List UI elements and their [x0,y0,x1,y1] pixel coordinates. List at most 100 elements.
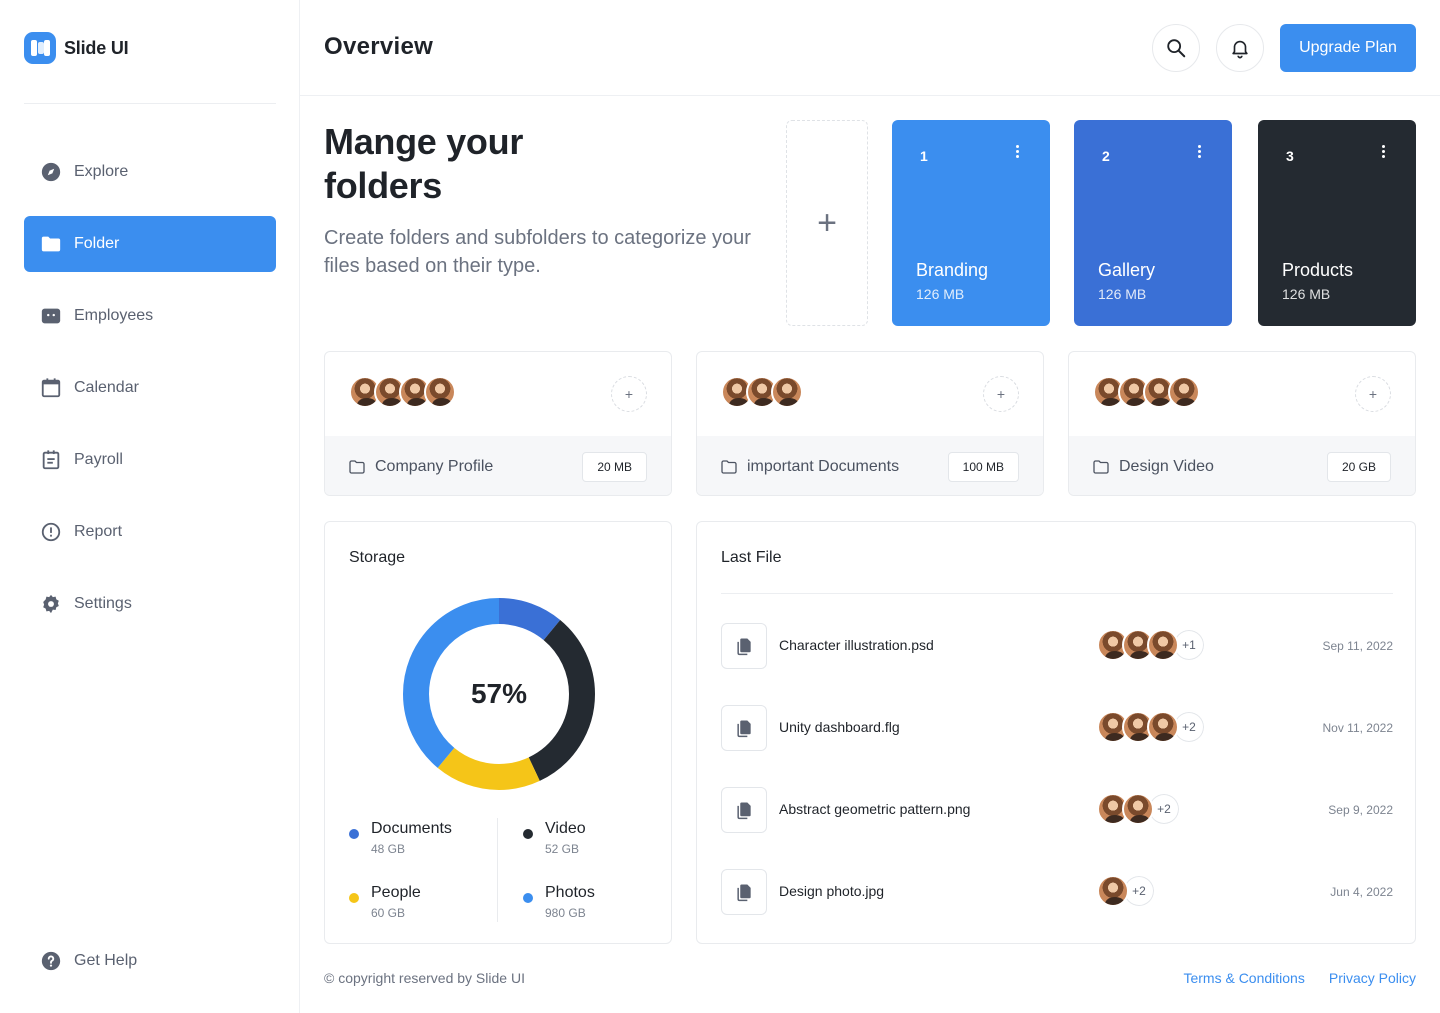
member-avatars [1093,376,1200,408]
folder-card-branding[interactable]: 1 Branding 126 MB [892,120,1050,326]
sidebar-item-folder[interactable]: Folder [24,216,276,272]
file-name: Unity dashboard.flg [779,719,900,735]
size-badge: 20 MB [582,451,647,482]
file-date: Sep 11, 2022 [1322,639,1393,653]
folder-card-products[interactable]: 3 Products 126 MB [1258,120,1416,326]
app-name: Slide UI [64,37,129,58]
terms-link[interactable]: Terms & Conditions [1183,970,1304,986]
file-date: Sep 9, 2022 [1328,803,1393,817]
search-icon [1167,39,1186,58]
storage-percent: 57% [470,678,528,709]
legend-name: Video [545,820,586,837]
size-badge: 100 MB [947,451,1019,482]
sidebar-item-settings[interactable]: Settings [24,576,276,632]
upgrade-plan-button[interactable]: Upgrade Plan [1280,24,1416,72]
file-date: Nov 11, 2022 [1322,721,1394,735]
shared-folder-name: important Documents [747,457,900,475]
sidebar-item-label: Calendar [74,379,139,396]
sidebar-item-get-help[interactable]: Get Help [24,933,276,989]
folder-card-gallery[interactable]: 2 Gallery 126 MB [1074,120,1232,326]
logo-icon [24,32,56,64]
file-avatars: +2 [1097,874,1156,908]
file-avatars: +2 [1097,792,1181,826]
sidebar-item-label: Report [74,523,123,540]
page-title: Overview [324,33,434,60]
storage-card: Storage 57% Documents 48 GB Video 52 GB … [324,521,672,944]
more-vertical-icon[interactable] [1198,145,1202,158]
folder-name: Products [1282,260,1354,280]
sidebar-item-label: Employees [74,307,154,324]
search-button[interactable] [1152,24,1200,72]
sidebar-item-label: Payroll [74,451,123,468]
sidebar-item-label: Get Help [74,952,138,969]
sidebar-item-payroll[interactable]: Payroll [24,432,276,488]
member-avatars [721,376,803,408]
sidebar-item-explore[interactable]: Explore [24,144,276,200]
legend-dot [349,893,359,903]
avatar [1097,875,1129,907]
sidebar-item-calendar[interactable]: Calendar [24,360,276,416]
folder-icon [40,233,62,255]
more-vertical-icon[interactable] [1382,145,1386,158]
shared-folder-card[interactable]: + Company Profile 20 MB [324,351,672,496]
copyright-text: © copyright reserved by Slide UI [324,970,525,986]
file-row[interactable]: Abstract geometric pattern.png +2 Sep 9, 2… [721,787,1393,835]
divider [721,593,1393,594]
last-file-title: Last File [721,549,782,566]
file-icon [721,705,767,751]
folder-number: 1 [920,148,928,164]
file-row[interactable]: Design photo.jpg +2 Jun 4, 2022 [721,869,1393,917]
folder-name: Branding [916,260,989,280]
legend-size: 60 GB [371,906,406,920]
privacy-link[interactable]: Privacy Policy [1329,970,1416,986]
sidebar-nav: Explore Folder Employees Calendar Payrol… [24,144,276,648]
sidebar-item-report[interactable]: Report [24,504,276,560]
file-icon [721,623,767,669]
folder-size: 126 MB [1098,286,1147,302]
plus-icon: + [817,203,837,242]
folder-name: Gallery [1098,260,1156,280]
folder-size: 126 MB [916,286,965,302]
employees-icon [40,305,62,327]
legend-name: Photos [545,884,595,901]
file-icon [721,869,767,915]
gear-icon [40,593,62,615]
more-vertical-icon[interactable] [1016,145,1020,158]
hero-subtitle: Create folders and subfolders to categor… [324,227,751,277]
legend-size: 52 GB [545,842,580,856]
top-header: Overview Upgrade Plan [300,0,1440,96]
folder-outline-icon [1093,459,1109,474]
add-folder-button[interactable]: + [786,120,868,326]
file-name: Character illustration.psd [779,637,934,653]
legend-dot [349,829,359,839]
folder-size: 126 MB [1282,286,1331,302]
notifications-button[interactable] [1216,24,1264,72]
add-member-button[interactable]: + [1355,376,1391,412]
shared-folder-card[interactable]: + Design Video 20 GB [1068,351,1416,496]
folder-outline-icon [721,459,737,474]
sidebar-divider [24,103,276,104]
sidebar-item-label: Settings [74,595,132,612]
legend-name: Documents [371,820,452,837]
shared-folder-card[interactable]: + important Documents 100 MB [696,351,1044,496]
avatar [1147,629,1179,661]
storage-legend: Documents 48 GB Video 52 GB People 60 GB… [349,818,649,922]
folder-number: 2 [1102,148,1110,164]
legend-dot [523,829,533,839]
file-row[interactable]: Unity dashboard.flg +2 Nov 11, 2022 [721,705,1393,753]
file-date: Jun 4, 2022 [1330,885,1393,899]
avatar [771,376,803,408]
add-member-button[interactable]: + [611,376,647,412]
app-logo[interactable]: Slide UI [24,32,129,64]
file-avatars: +1 [1097,628,1206,662]
last-file-card: Last File Character illustration.psd +1 Se… [696,521,1416,944]
avatar [1168,376,1200,408]
file-row[interactable]: Character illustration.psd +1 Sep 11, 2022 [721,623,1393,671]
sidebar-item-employees[interactable]: Employees [24,288,276,344]
avatar [1147,711,1179,743]
add-member-button[interactable]: + [983,376,1019,412]
alert-circle-icon [40,521,62,543]
file-name: Abstract geometric pattern.png [779,801,971,817]
file-avatars: +2 [1097,710,1206,744]
legend-dot [523,893,533,903]
